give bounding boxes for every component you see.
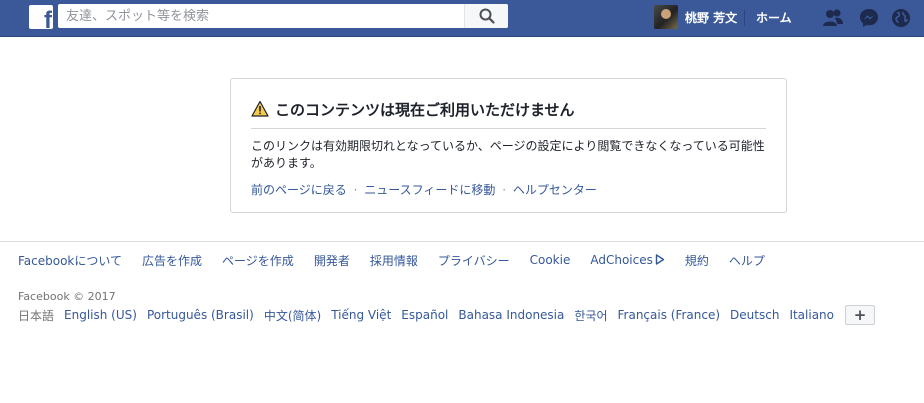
more-languages-button[interactable]: + [845,305,876,325]
language-link[interactable]: Français (France) [618,308,721,322]
link-separator: · [502,183,507,197]
footer-link-create-page[interactable]: ページを作成 [222,252,294,269]
search-box [58,4,508,28]
footer-links: Facebookについて 広告を作成 ページを作成 開発者 採用情報 プライバシ… [18,252,765,268]
notifications-globe-icon[interactable] [890,7,912,29]
user-name: 桃野 芳文 [685,10,738,25]
help-center-link[interactable]: ヘルプセンター [513,183,597,197]
notice-title: このコンテンツは現在ご利用いただけません [275,101,575,119]
language-link[interactable]: Deutsch [730,308,779,322]
footer-divider [0,241,924,242]
footer-link-careers[interactable]: 採用情報 [370,252,418,269]
footer-link-developers[interactable]: 開発者 [314,252,350,269]
link-separator: · [353,183,358,197]
notice-message: このリンクは有効期限切れとなっているか、ページの設定により閲覧できなくなっている… [251,139,765,170]
footer-link-adchoices[interactable]: AdChoices [590,253,665,267]
current-language: 日本語 [18,308,55,323]
home-link[interactable]: ホーム [756,9,792,26]
messenger-icon[interactable] [858,7,880,29]
language-link[interactable]: 中文(简体) [264,307,321,324]
language-selector: 日本語 English (US) Português (Brasil) 中文(简… [18,305,876,325]
language-link[interactable]: Português (Brasil) [147,308,254,322]
language-link[interactable]: English (US) [64,308,137,322]
notice-links: 前のページに戻る · ニュースフィードに移動 · ヘルプセンター [251,181,597,198]
news-feed-link[interactable]: ニュースフィードに移動 [364,183,495,197]
content-unavailable-box: このコンテンツは現在ご利用いただけません このリンクは有効期限切れとなっているか… [230,78,787,213]
avatar [654,5,678,29]
footer-link-create-ad[interactable]: 広告を作成 [142,252,202,269]
language-link[interactable]: Italiano [789,308,834,322]
logo-letter: f [44,7,52,30]
footer-link-cookie[interactable]: Cookie [530,253,571,267]
footer-link-privacy[interactable]: プライバシー [438,252,510,269]
language-link[interactable]: Español [401,308,448,322]
language-link[interactable]: Bahasa Indonesia [458,308,564,322]
footer-link-about[interactable]: Facebookについて [18,252,122,269]
facebook-logo[interactable]: f [29,5,53,29]
language-link[interactable]: Tiếng Việt [331,308,391,322]
language-link[interactable]: 한국어 [574,307,607,324]
notice-header: このコンテンツは現在ご利用いただけません [251,99,766,129]
go-back-link[interactable]: 前のページに戻る [251,183,347,197]
nav-divider [744,10,745,26]
search-button[interactable] [464,4,508,28]
adchoices-label: AdChoices [590,253,653,267]
footer-link-help[interactable]: ヘルプ [729,252,765,269]
profile-link[interactable]: 桃野 芳文 [654,5,737,29]
warning-triangle-icon [251,100,269,117]
friend-requests-icon[interactable] [822,7,844,29]
search-input[interactable] [58,4,463,28]
search-icon [479,8,495,24]
footer-link-terms[interactable]: 規約 [685,252,709,269]
copyright: Facebook © 2017 [18,290,116,303]
adchoices-icon [655,254,665,265]
top-bar: f 桃野 芳文 ホーム [0,0,924,37]
